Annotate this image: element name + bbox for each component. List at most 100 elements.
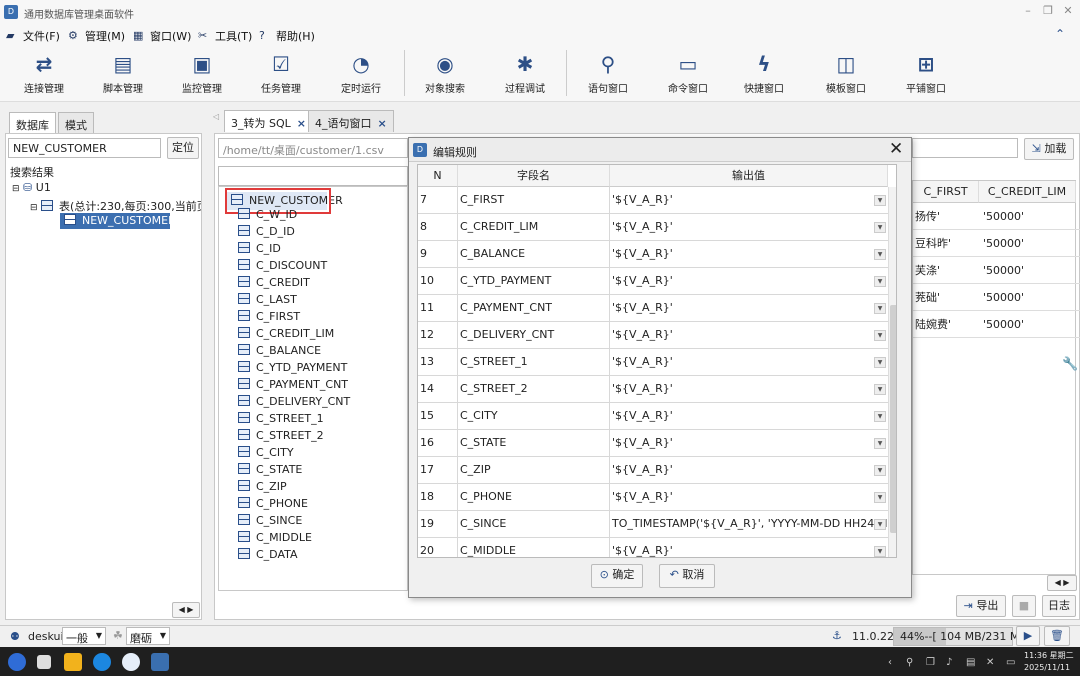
rule-value-cell[interactable]: '${V_A_R}' ▼ — [610, 322, 888, 348]
rule-output-value[interactable]: '${V_A_R}' — [612, 490, 673, 503]
chevron-down-icon[interactable]: ▼ — [874, 249, 886, 260]
chevron-down-icon[interactable]: ▼ — [874, 465, 886, 476]
menu-file[interactable]: ▰ 文件(F) — [6, 28, 60, 44]
table-row[interactable]: 陆婉费' '50000' — [913, 311, 1080, 338]
chevron-down-icon[interactable]: ▼ — [874, 411, 886, 422]
table-row[interactable]: 扬传' '50000' — [913, 203, 1080, 230]
field-item[interactable]: C_LAST — [238, 293, 297, 310]
field-item[interactable]: C_CITY — [238, 446, 294, 463]
rule-row[interactable]: 17 C_ZIP '${V_A_R}' ▼ — [418, 457, 888, 484]
field-item[interactable]: C_YTD_PAYMENT — [238, 361, 347, 378]
chevron-left-icon[interactable]: ‹ — [888, 657, 892, 668]
tab-database[interactable]: 数据库 — [9, 112, 56, 134]
chevron-down-icon[interactable]: ▼ — [874, 384, 886, 395]
chevron-down-icon[interactable]: ▼ — [874, 330, 886, 341]
field-item[interactable]: C_D_ID — [238, 225, 295, 242]
toolbar-monitor-button[interactable]: ▣ 监控管理 — [165, 52, 239, 98]
toolbar-schedule-button[interactable]: ◔ 定时运行 — [324, 52, 398, 98]
tab-scroll-icon[interactable]: ◁ — [213, 112, 219, 121]
rule-output-value[interactable]: '${V_A_R}' — [612, 220, 673, 233]
field-item[interactable]: C_CREDIT — [238, 276, 310, 293]
export-button[interactable]: ⇥ 导出 — [956, 595, 1006, 617]
rule-output-value[interactable]: '${V_A_R}' — [612, 544, 673, 557]
chevron-down-icon[interactable]: ▼ — [874, 195, 886, 206]
field-item[interactable]: C_W_ID — [238, 208, 297, 225]
rule-value-cell[interactable]: '${V_A_R}' ▼ — [610, 457, 888, 483]
menu-tools[interactable]: ✂ 工具(T) — [198, 28, 252, 44]
cancel-button[interactable]: ↶ 取消 — [659, 564, 715, 588]
chevron-down-icon[interactable]: ▼ — [874, 546, 886, 557]
tree-node-selected-table[interactable]: NEW_CUSTOMER — [60, 213, 176, 229]
trash-icon[interactable]: 🗑 — [1044, 626, 1070, 646]
table-row[interactable]: 芙涤' '50000' — [913, 257, 1080, 284]
ok-button[interactable]: ⊙ 确定 — [591, 564, 643, 588]
volume-icon[interactable]: ♪ — [946, 657, 952, 668]
chevron-down-icon[interactable]: ▼ — [874, 276, 886, 287]
field-item[interactable]: C_PAYMENT_CNT — [238, 378, 348, 395]
field-item[interactable]: C_ZIP — [238, 480, 287, 497]
field-item[interactable]: C_STREET_2 — [238, 429, 324, 446]
rule-value-cell[interactable]: '${V_A_R}' ▼ — [610, 241, 888, 267]
close-tab-icon[interactable]: × — [378, 117, 387, 130]
assistant-icon[interactable] — [122, 653, 140, 671]
close-window-icon[interactable]: ✕ — [1060, 4, 1076, 20]
horizontal-scroll-buttons[interactable]: ◀ ▶ — [172, 602, 200, 618]
table-row[interactable]: 豆科昨' '50000' — [913, 230, 1080, 257]
rule-output-value[interactable]: '${V_A_R}' — [612, 409, 673, 422]
rule-value-cell[interactable]: '${V_A_R}' ▼ — [610, 187, 888, 213]
menu-manage[interactable]: ⚙ 管理(M) — [68, 28, 125, 44]
field-item[interactable]: C_BALANCE — [238, 344, 321, 361]
rule-value-cell[interactable]: '${V_A_R}' ▼ — [610, 538, 888, 557]
menu-help[interactable]: ? 帮助(H) — [259, 28, 315, 44]
rule-output-value[interactable]: '${V_A_R}' — [612, 463, 673, 476]
rule-row[interactable]: 20 C_MIDDLE '${V_A_R}' ▼ — [418, 538, 888, 557]
menu-window[interactable]: ▦ 窗口(W) — [133, 28, 191, 44]
field-item[interactable]: C_SINCE — [238, 514, 302, 531]
rule-value-cell[interactable]: '${V_A_R}' ▼ — [610, 430, 888, 456]
tab-sql-window[interactable]: 4_语句窗口 × — [308, 110, 394, 132]
rule-output-value[interactable]: '${V_A_R}' — [612, 247, 673, 260]
rule-output-value[interactable]: '${V_A_R}' — [612, 193, 673, 206]
file-path-input[interactable]: /home/tt/桌面/customer/1.csv — [218, 138, 408, 158]
rule-row[interactable]: 12 C_DELIVERY_CNT '${V_A_R}' ▼ — [418, 322, 888, 349]
field-item[interactable]: C_DISCOUNT — [238, 259, 327, 276]
field-item[interactable]: C_ID — [238, 242, 281, 259]
rule-row[interactable]: 11 C_PAYMENT_CNT '${V_A_R}' ▼ — [418, 295, 888, 322]
file-manager-icon[interactable] — [64, 653, 82, 671]
maximize-icon[interactable]: ❐ — [1040, 4, 1056, 20]
column-header[interactable]: C_FIRST — [913, 181, 979, 203]
rule-row[interactable]: 7 C_FIRST '${V_A_R}' ▼ — [418, 187, 888, 214]
rule-row[interactable]: 8 C_CREDIT_LIM '${V_A_R}' ▼ — [418, 214, 888, 241]
notification-icon[interactable]: ▭ — [1006, 657, 1015, 668]
field-item[interactable]: C_DELIVERY_CNT — [238, 395, 350, 412]
toolbar-sql-window-button[interactable]: ⚲ 语句窗口 — [571, 52, 645, 98]
tab-schema[interactable]: 模式 — [58, 112, 94, 134]
stop-button[interactable]: ■ — [1012, 595, 1036, 617]
filter-input[interactable] — [218, 166, 408, 186]
horizontal-scroll-buttons[interactable]: ◀ ▶ — [1047, 575, 1077, 591]
rule-output-value[interactable]: '${V_A_R}' — [612, 436, 673, 449]
mode-select[interactable]: 一般 ▼ — [62, 627, 106, 645]
collapse-toolbar-icon[interactable]: ⌃ — [1055, 27, 1065, 41]
rule-output-value[interactable]: '${V_A_R}' — [612, 328, 673, 341]
clipboard-icon[interactable]: ❐ — [926, 657, 935, 668]
app-taskbar-icon[interactable] — [151, 653, 169, 671]
chevron-down-icon[interactable]: ▼ — [874, 519, 886, 530]
toolbar-connect-button[interactable]: ⇄ 连接管理 — [7, 52, 81, 98]
field-item[interactable]: C_FIRST — [238, 310, 300, 327]
rule-value-cell[interactable]: '${V_A_R}' ▼ — [610, 484, 888, 510]
toolbar-script-button[interactable]: ▤ 脚本管理 — [86, 52, 160, 98]
right-filter-input[interactable] — [912, 138, 1018, 158]
run-gc-button[interactable]: ▶ — [1016, 626, 1040, 646]
search-tray-icon[interactable]: ⚲ — [906, 657, 913, 668]
rule-output-value[interactable]: '${V_A_R}' — [612, 382, 673, 395]
toolbar-debug-button[interactable]: ✱ 过程调试 — [488, 52, 562, 98]
rule-row[interactable]: 19 C_SINCE TO_TIMESTAMP('${V_A_R}', 'YYYY-… — [418, 511, 888, 538]
toolbar-quick-window-button[interactable]: ϟ 快捷窗口 — [727, 52, 801, 98]
chevron-down-icon[interactable]: ▼ — [874, 438, 886, 449]
keyboard-icon[interactable]: ▤ — [966, 657, 975, 668]
toolbar-tile-window-button[interactable]: ⊞ 平铺窗口 — [889, 52, 963, 98]
rule-output-value[interactable]: '${V_A_R}' — [612, 355, 673, 368]
tree-node-root[interactable]: ⊟ ⛁ U1 — [12, 181, 51, 194]
theme-select[interactable]: 磨砺 ▼ — [126, 627, 170, 645]
